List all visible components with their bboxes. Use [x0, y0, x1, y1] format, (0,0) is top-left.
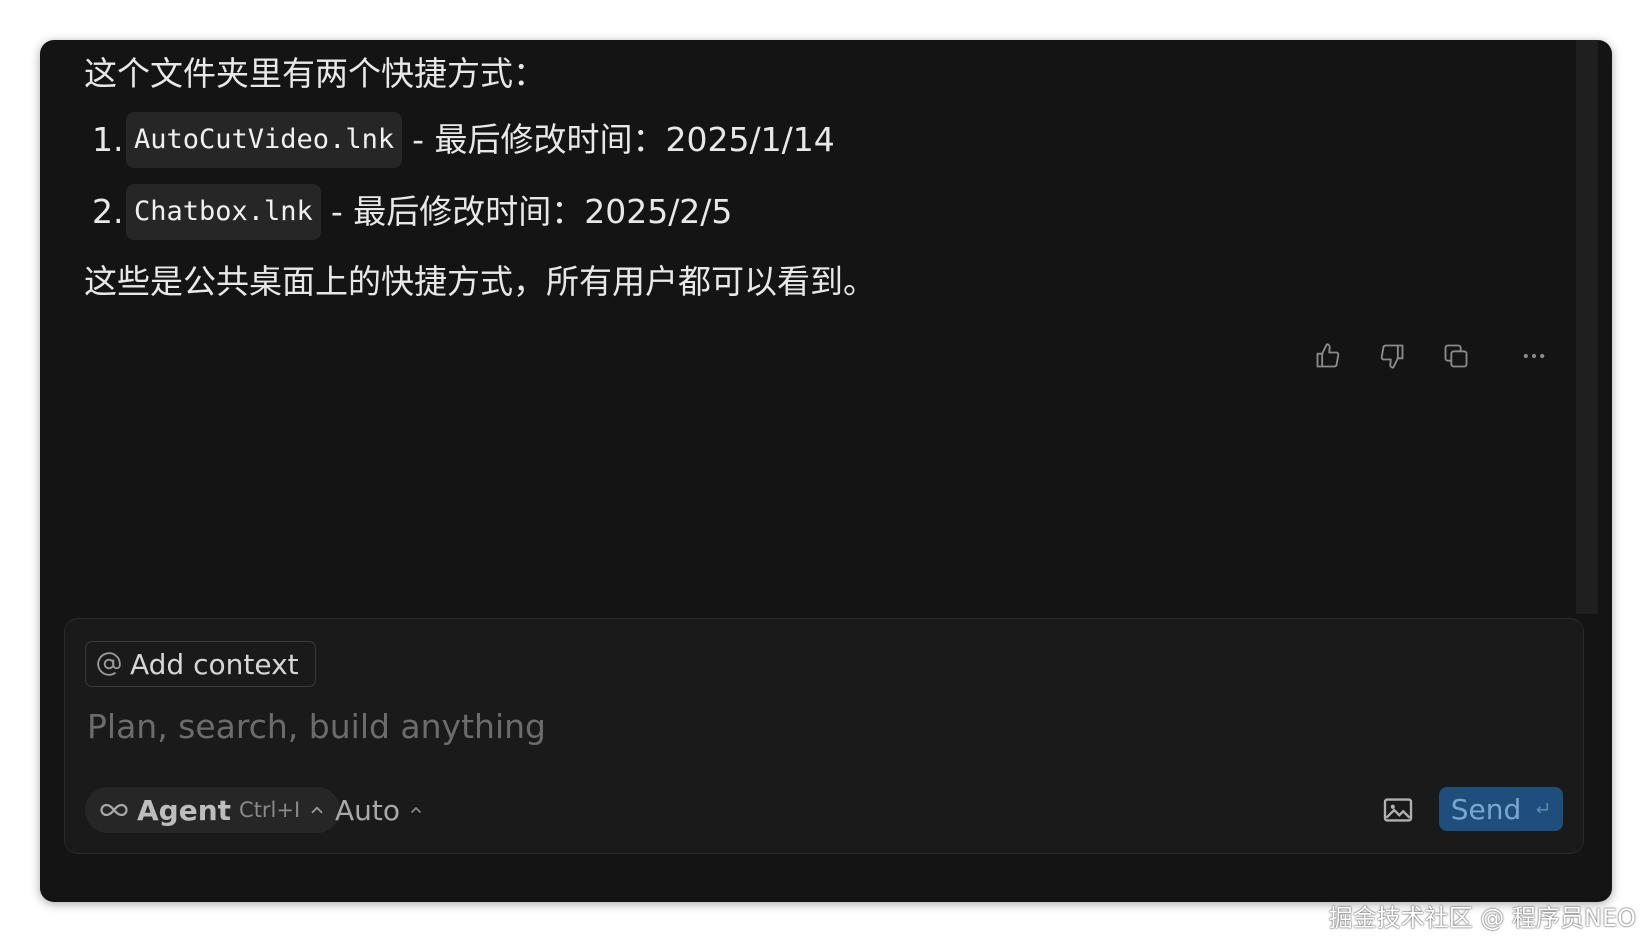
message-summary: 这些是公共桌面上的快捷方式，所有用户都可以看到。 — [84, 262, 876, 301]
watermark: 掘金技术社区 @ 程序员NEO — [1328, 904, 1636, 932]
list-item-text: - 最后修改时间：2025/2/5 — [330, 192, 733, 231]
agent-label: Agent — [137, 793, 232, 827]
enter-key-icon — [1536, 803, 1549, 814]
copy-icon — [1444, 344, 1468, 368]
chevron-up-icon — [311, 806, 323, 814]
infinity-icon — [100, 803, 128, 817]
more-button[interactable] — [1518, 340, 1550, 372]
send-button[interactable]: Send — [1439, 787, 1563, 831]
thumbs-up-button[interactable] — [1312, 340, 1344, 372]
chat-window: 这个文件夹里有两个快捷方式： 1. AutoCutVideo.lnk - 最后修… — [40, 40, 1612, 902]
attach-image-button[interactable] — [1381, 795, 1415, 825]
list-number: 2. — [92, 192, 124, 231]
inline-code: Chatbox.lnk — [126, 184, 321, 240]
image-icon — [1383, 798, 1413, 822]
list-item: 1. AutoCutVideo.lnk - 最后修改时间：2025/1/14 — [92, 112, 876, 168]
more-icon — [1523, 353, 1545, 359]
thumbs-down-button[interactable] — [1376, 340, 1408, 372]
list-number: 1. — [92, 120, 124, 159]
composer: Add context Agent Ctrl+I Auto — [64, 618, 1584, 854]
agent-shortcut: Ctrl+I — [239, 798, 301, 822]
inline-code: AutoCutVideo.lnk — [126, 112, 403, 168]
thumbs-up-icon — [1316, 343, 1340, 368]
model-label: Auto — [335, 793, 401, 827]
thumbs-down-icon — [1380, 344, 1404, 369]
chevron-up-icon — [411, 806, 421, 813]
message-intro: 这个文件夹里有两个快捷方式： — [84, 54, 546, 93]
at-sign-icon — [97, 652, 121, 676]
add-context-button[interactable]: Add context — [85, 641, 316, 687]
prompt-input[interactable] — [85, 701, 1549, 751]
list-item-text: - 最后修改时间：2025/1/14 — [412, 120, 835, 159]
copy-button[interactable] — [1440, 340, 1472, 372]
model-selector[interactable]: Auto — [335, 787, 424, 833]
scrollbar[interactable] — [1576, 40, 1598, 614]
agent-mode-button[interactable]: Agent Ctrl+I — [85, 787, 341, 833]
send-label: Send — [1450, 792, 1522, 826]
add-context-label: Add context — [130, 647, 299, 681]
list-item: 2. Chatbox.lnk - 最后修改时间：2025/2/5 — [92, 184, 876, 240]
message-actions — [1312, 340, 1550, 372]
assistant-message: 这个文件夹里有两个快捷方式： 1. AutoCutVideo.lnk - 最后修… — [84, 52, 876, 304]
